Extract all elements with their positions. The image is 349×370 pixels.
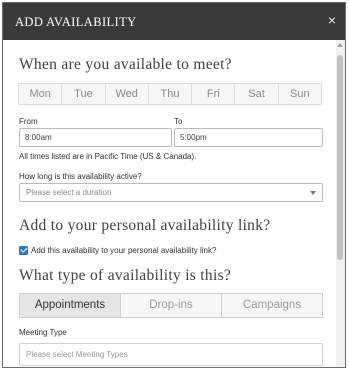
personal-link-heading: Add to your personal availability link? <box>19 217 271 234</box>
tab-appointments[interactable]: Appointments <box>20 294 121 317</box>
dialog-title: ADD AVAILABILITY <box>15 15 137 29</box>
day-selector: Mon Tue Wed Thu Fri Sat Sun <box>18 83 322 105</box>
add-availability-dialog: ADD AVAILABILITY × When are you availabl… <box>2 2 346 368</box>
dialog-header: ADD AVAILABILITY × <box>3 3 345 40</box>
scrollbar-thumb[interactable] <box>337 55 343 260</box>
tab-campaigns[interactable]: Campaigns <box>222 294 322 317</box>
scrollbar[interactable] <box>336 40 345 367</box>
meeting-type-select[interactable]: Please select Meeting Types <box>19 343 323 366</box>
from-time-input[interactable]: 8:00am <box>19 128 172 147</box>
day-wed-button[interactable]: Wed <box>105 84 149 104</box>
personal-link-checkbox-label: Add this availability to your personal a… <box>31 245 217 255</box>
timezone-note: All times listed are in Pacific Time (US… <box>19 152 197 161</box>
chevron-down-icon <box>310 191 316 195</box>
from-label: From <box>19 117 38 126</box>
day-sat-button[interactable]: Sat <box>235 84 279 104</box>
type-heading: What type of availability is this? <box>19 267 232 284</box>
meeting-type-label: Meeting Type <box>19 328 67 337</box>
tab-drop-ins[interactable]: Drop-ins <box>121 294 222 317</box>
personal-link-checkbox[interactable] <box>19 245 28 255</box>
to-label: To <box>174 117 183 126</box>
day-sun-button[interactable]: Sun <box>278 84 321 104</box>
availability-type-tabs: Appointments Drop-ins Campaigns <box>19 293 323 318</box>
duration-select[interactable]: Please select a duration <box>19 183 323 202</box>
duration-label: How long is this availability active? <box>19 172 142 181</box>
scroll-up-icon[interactable] <box>337 43 343 47</box>
dialog-content: When are you available to meet? Mon Tue … <box>3 40 335 367</box>
day-thu-button[interactable]: Thu <box>148 84 193 104</box>
meet-heading: When are you available to meet? <box>19 56 232 73</box>
duration-placeholder: Please select a duration <box>26 188 112 197</box>
to-time-input[interactable]: 5:00pm <box>174 128 323 147</box>
close-icon[interactable]: × <box>323 11 341 29</box>
day-tue-button[interactable]: Tue <box>62 84 106 104</box>
day-mon-button[interactable]: Mon <box>19 84 63 104</box>
day-fri-button[interactable]: Fri <box>192 84 236 104</box>
personal-link-checkbox-row[interactable]: Add this availability to your personal a… <box>19 244 216 256</box>
